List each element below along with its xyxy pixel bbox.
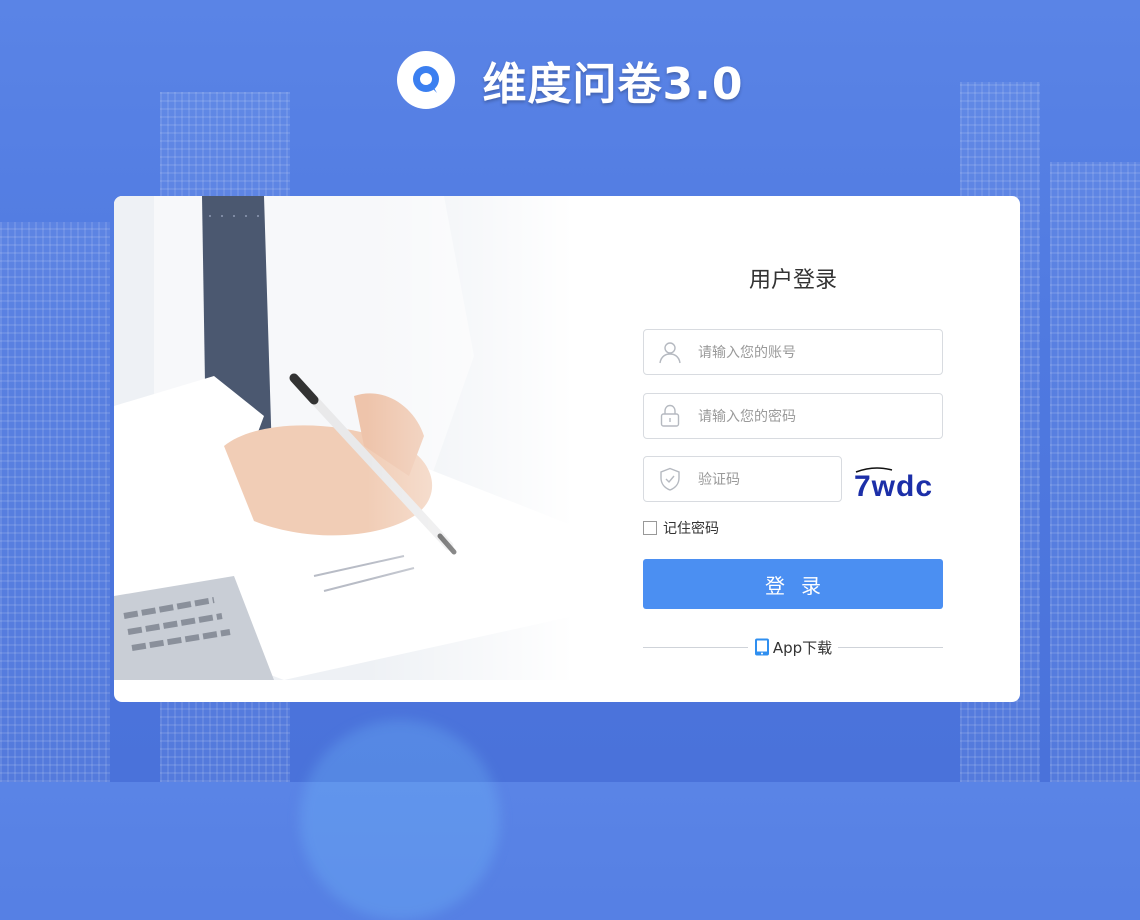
app-download-label: App下载: [772, 638, 833, 657]
brand-header: 维度问卷3.0: [0, 50, 1140, 110]
app-download-link[interactable]: App下载: [748, 637, 838, 658]
app-title: 维度问卷3.0: [482, 59, 744, 110]
captcha-image-text: 7wdc: [854, 470, 933, 503]
divider-right: [838, 646, 943, 648]
remember-checkbox[interactable]: [643, 521, 657, 535]
background-glow: [300, 720, 500, 920]
remember-password[interactable]: 记住密码: [643, 518, 719, 538]
divider-left: [643, 646, 748, 648]
user-icon: [644, 330, 696, 374]
login-title: 用户登录: [748, 268, 837, 293]
captcha-input[interactable]: [696, 470, 830, 488]
password-field: [643, 393, 943, 439]
captcha-field: [643, 456, 842, 502]
password-input[interactable]: [696, 407, 920, 425]
mobile-phone-icon: [754, 638, 769, 656]
app-download-row: App下载: [643, 636, 943, 658]
login-button[interactable]: 登录: [643, 559, 943, 609]
lock-icon: [644, 394, 696, 438]
background-city-left: [0, 222, 110, 782]
q-logo-icon: [396, 51, 455, 109]
background-city-right: [1050, 162, 1140, 782]
username-field: [643, 329, 943, 375]
hero-illustration: [114, 196, 574, 680]
remember-label: 记住密码: [663, 521, 719, 537]
shield-check-icon: [644, 457, 696, 501]
username-input[interactable]: [696, 343, 920, 361]
login-card: 用户登录 7wd: [114, 196, 1020, 702]
captcha-image[interactable]: 7wdc: [852, 458, 942, 506]
